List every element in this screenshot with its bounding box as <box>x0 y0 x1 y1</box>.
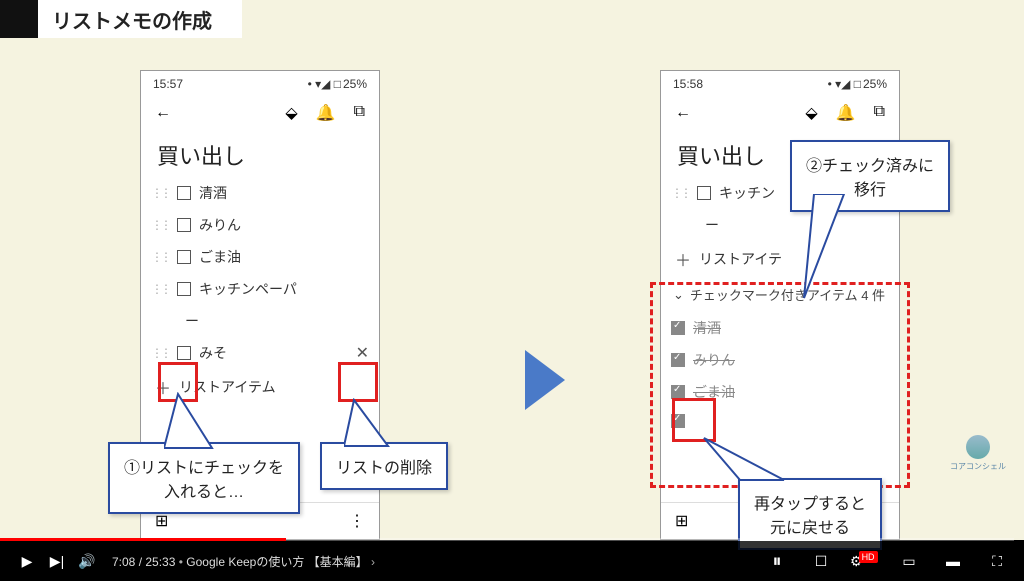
bell-icon[interactable]: 🔔 <box>316 103 336 123</box>
callout-check: ①リストにチェックを 入れると… <box>108 442 300 514</box>
status-icons: • ▾◢ □ 25% <box>828 77 887 91</box>
play-button[interactable]: ▶ <box>12 553 42 570</box>
autoplay-toggle[interactable]: ⏸ <box>762 551 792 572</box>
checkbox[interactable] <box>177 250 191 264</box>
list-item: ー <box>661 209 899 241</box>
header-square <box>0 0 38 38</box>
arrow-icon <box>525 350 565 410</box>
list-item: ⋮⋮キッチンペーパ <box>141 273 379 305</box>
list-item: ⋮⋮みりん <box>141 209 379 241</box>
checkbox[interactable] <box>177 186 191 200</box>
checkbox[interactable] <box>697 186 711 200</box>
checkbox[interactable] <box>177 218 191 232</box>
archive-icon[interactable]: ⧉ <box>354 103 365 123</box>
more-icon[interactable]: ⋮ <box>349 511 365 531</box>
callout-tail <box>700 436 790 496</box>
theater-button[interactable]: ▬ <box>938 553 968 569</box>
miniplayer-button[interactable]: ▭ <box>894 553 924 570</box>
chapter-title[interactable]: Google Keepの使い方 【基本編】 <box>186 555 367 569</box>
player-controls: ▶ ▶| 🔊 7:08 / 25:33 • Google Keepの使い方 【基… <box>0 541 1024 581</box>
status-bar: 15:58 • ▾◢ □ 25% <box>661 71 899 97</box>
status-bar: 15:57 • ▾◢ □ 25% <box>141 71 379 97</box>
callout-tail <box>164 392 224 452</box>
callout-tail <box>344 398 404 458</box>
highlight-delete <box>338 362 378 402</box>
slide-area: リストメモの作成 15:57 • ▾◢ □ 25% ← ⬙ 🔔 ⧉ 買い出し ⋮… <box>0 0 1024 540</box>
settings-button[interactable]: ⚙HD <box>850 553 880 570</box>
list-title: 買い出し <box>141 129 379 177</box>
brand-logo: コアコンシェル <box>950 435 1006 472</box>
slide-title: リストメモの作成 <box>52 5 242 34</box>
add-box-icon[interactable]: ⊞ <box>675 511 688 531</box>
plus-icon: ＋ <box>675 247 691 271</box>
callout-tail <box>800 194 860 304</box>
pin-icon[interactable]: ⬙ <box>805 103 817 123</box>
fullscreen-button[interactable]: ⛶ <box>982 553 1012 570</box>
next-button[interactable]: ▶| <box>42 553 72 570</box>
nav-row: ← ⬙ 🔔 ⧉ <box>141 97 379 129</box>
clock: 15:57 <box>153 77 183 91</box>
checkbox[interactable] <box>177 282 191 296</box>
bell-icon[interactable]: 🔔 <box>836 103 856 123</box>
list-item: ー <box>141 305 379 337</box>
slide-header: リストメモの作成 <box>0 0 242 38</box>
clock: 15:58 <box>673 77 703 91</box>
add-item-row[interactable]: ＋リストアイテ <box>661 241 899 277</box>
pin-icon[interactable]: ⬙ <box>285 103 297 123</box>
back-icon[interactable]: ← <box>155 104 171 122</box>
nav-row: ← ⬙ 🔔 ⧉ <box>661 97 899 129</box>
back-icon[interactable]: ← <box>675 104 691 122</box>
delete-item-icon[interactable]: ✕ <box>356 343 369 363</box>
list-item: ⋮⋮清酒 <box>141 177 379 209</box>
archive-icon[interactable]: ⧉ <box>874 103 885 123</box>
captions-button[interactable]: ☐ <box>806 553 836 570</box>
checkbox[interactable] <box>177 346 191 360</box>
add-box-icon[interactable]: ⊞ <box>155 511 168 531</box>
time-display: 7:08 / 25:33 • Google Keepの使い方 【基本編】 › <box>112 553 375 570</box>
volume-button[interactable]: 🔊 <box>72 553 102 570</box>
list-item: ⋮⋮ごま油 <box>141 241 379 273</box>
status-icons: • ▾◢ □ 25% <box>308 77 367 91</box>
